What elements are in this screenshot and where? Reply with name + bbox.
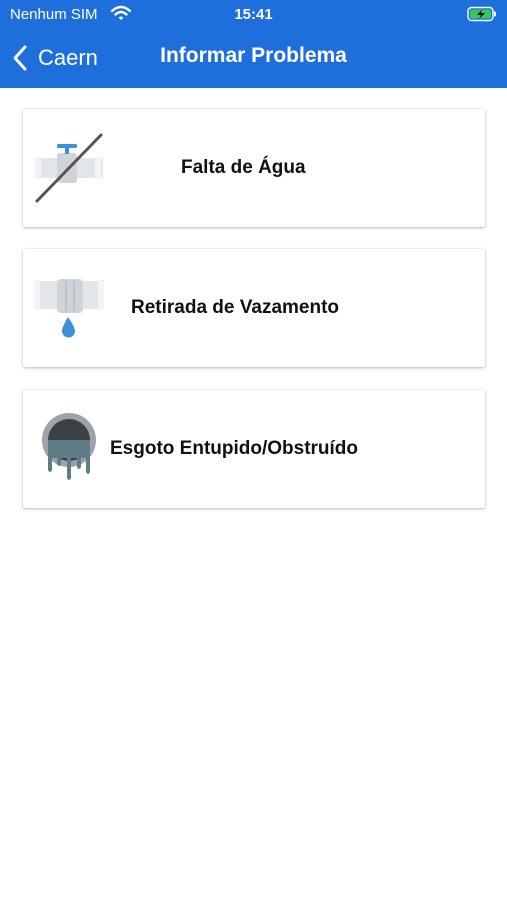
page-title: Informar Problema [160,44,347,67]
option-label: Falta de Água [181,157,306,178]
navigation-bar: Caern Informar Problema [0,38,507,78]
option-label: Esgoto Entupido/Obstruído [110,438,359,459]
top-bar: Nenhum SIM 15:41 Caern Informar Problema [0,0,507,88]
status-time: 15:41 [234,6,273,23]
option-label: Retirada de Vazamento [131,297,340,318]
no-water-faucet-icon [35,133,103,203]
option-falta-de-agua[interactable]: Falta de Água [23,109,485,227]
clogged-sewer-icon [42,413,96,480]
option-esgoto-entupido[interactable]: Esgoto Entupido/Obstruído [23,390,485,508]
status-bar: Nenhum SIM 15:41 [0,0,507,30]
leaking-pipe-icon [34,279,104,338]
option-retirada-de-vazamento[interactable]: Retirada de Vazamento [23,249,485,367]
battery-charging-icon [467,6,496,22]
